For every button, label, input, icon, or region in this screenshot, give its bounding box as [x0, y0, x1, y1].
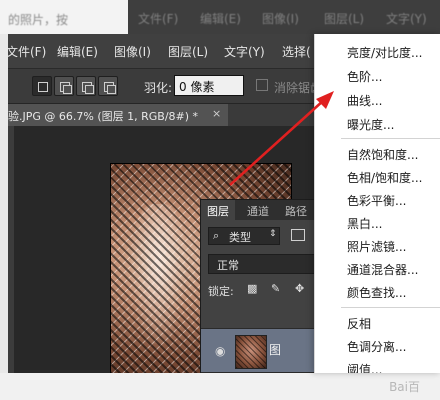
arrow-shaft: [229, 99, 325, 186]
red-arrow-annotation: [229, 91, 334, 186]
